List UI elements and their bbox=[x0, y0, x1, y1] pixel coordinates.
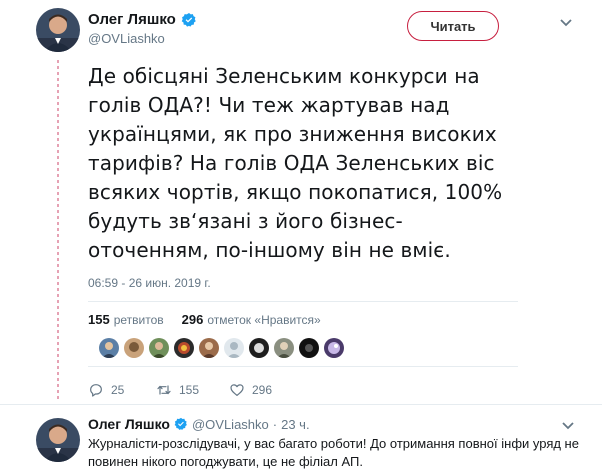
separator-dot: · bbox=[272, 416, 278, 432]
liker-avatar[interactable] bbox=[149, 338, 169, 358]
retweet-button[interactable]: 155 bbox=[156, 382, 229, 398]
likes-label[interactable]: отметок «Нравится» bbox=[207, 313, 320, 327]
reply-text: Журналісти-розслідувачі, у вас багато ро… bbox=[88, 436, 579, 469]
reply-author-handle[interactable]: @OVLiashko bbox=[192, 417, 269, 432]
divider bbox=[88, 366, 518, 367]
chevron-down-icon[interactable] bbox=[562, 421, 574, 430]
liker-avatar[interactable] bbox=[324, 338, 344, 358]
timestamp[interactable]: 06:59 - 26 июн. 2019 г. bbox=[88, 276, 211, 290]
reply-button[interactable]: 25 bbox=[88, 382, 156, 398]
like-button[interactable]: 296 bbox=[229, 382, 272, 398]
retweet-count: 155 bbox=[179, 383, 200, 397]
liker-avatar[interactable] bbox=[274, 338, 294, 358]
reply-header: Олег Ляшко @OVLiashko · 23 ч. bbox=[88, 416, 310, 432]
retweet-icon bbox=[157, 385, 171, 395]
author-handle[interactable]: @OVLiashko bbox=[88, 31, 165, 46]
thread-line bbox=[57, 60, 59, 400]
liker-avatar[interactable] bbox=[174, 338, 194, 358]
author-name[interactable]: Олег Ляшко bbox=[88, 11, 197, 28]
tweet-stats: 155 ретвитов 296 отметок «Нравится» bbox=[88, 312, 321, 327]
retweets-count[interactable]: 155 bbox=[88, 312, 110, 327]
verified-badge-icon bbox=[181, 12, 196, 27]
verified-badge-icon bbox=[174, 417, 187, 430]
liker-avatar[interactable] bbox=[199, 338, 219, 358]
divider bbox=[0, 404, 602, 405]
divider bbox=[88, 301, 518, 302]
liker-avatar[interactable] bbox=[124, 338, 144, 358]
heart-icon bbox=[230, 384, 244, 396]
author-name-text[interactable]: Олег Ляшко bbox=[88, 11, 176, 28]
liker-avatar[interactable] bbox=[299, 338, 319, 358]
chevron-down-icon[interactable] bbox=[560, 18, 572, 28]
liker-avatar[interactable] bbox=[224, 338, 244, 358]
tweet-text: Де обісцяні Зеленським конкурси на голів… bbox=[88, 64, 503, 262]
liker-avatar[interactable] bbox=[99, 338, 119, 358]
reply-count: 25 bbox=[111, 383, 125, 397]
likes-count[interactable]: 296 bbox=[182, 312, 204, 327]
liker-avatar[interactable] bbox=[249, 338, 269, 358]
follow-button[interactable]: Читать bbox=[407, 11, 499, 41]
retweets-label[interactable]: ретвитов bbox=[114, 313, 164, 327]
reply-time[interactable]: 23 ч. bbox=[281, 417, 309, 432]
reply-avatar[interactable] bbox=[36, 418, 80, 462]
reply-author-name[interactable]: Олег Ляшко bbox=[88, 416, 170, 432]
reply-icon bbox=[90, 384, 102, 397]
like-count: 296 bbox=[252, 383, 273, 397]
liker-avatars bbox=[99, 338, 344, 358]
avatar[interactable] bbox=[36, 8, 80, 52]
tweet-actions: 25 155 296 bbox=[88, 382, 272, 398]
